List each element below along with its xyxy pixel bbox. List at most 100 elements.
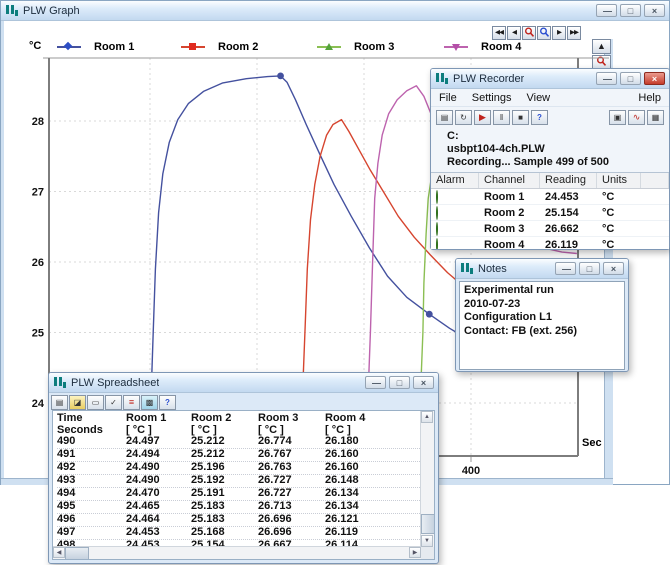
col-reading: Reading [540, 173, 597, 188]
col-channel: Channel [479, 173, 540, 188]
table-row: 49624.46425.18326.69626.121 [57, 514, 420, 527]
new-file-button[interactable]: ▤ [436, 110, 453, 125]
menu-file[interactable]: File [439, 92, 457, 104]
window-button[interactable]: ▩ [141, 395, 158, 410]
scroll-left-icon[interactable]: ◀ [53, 547, 65, 558]
print-button[interactable]: ▭ [87, 395, 104, 410]
pause-button[interactable]: ‖ [493, 110, 510, 125]
series-marker-icon [452, 44, 460, 51]
legend-item-room3: Room 3 [317, 40, 394, 53]
scrollbar-corner [421, 547, 434, 559]
table-row: 49424.47025.19126.72726.134 [57, 488, 420, 501]
magnifier-blue-icon [539, 27, 550, 38]
notes-window-title: Notes [478, 263, 507, 275]
notes-titlebar[interactable]: Notes — □ × [456, 259, 628, 279]
plw-recorder-window: PLW Recorder — □ × File Settings View He… [430, 68, 670, 250]
menu-view[interactable]: View [526, 92, 550, 104]
stop-button[interactable]: ■ [512, 110, 529, 125]
spreadsheet-window-title: PLW Spreadsheet [71, 377, 159, 389]
alarm-ok-icon [436, 206, 438, 220]
alarm-ok-icon [436, 190, 438, 204]
help-button[interactable]: ? [531, 110, 548, 125]
channel-table: Alarm Channel Reading Units Room 1 24.45… [431, 172, 669, 249]
series-marker-icon [189, 43, 196, 50]
copy-button[interactable]: ◪ [69, 395, 86, 410]
horizontal-scrollbar[interactable]: ◀ ▶ [53, 546, 421, 559]
spreadsheet-view-button[interactable]: ▦ [647, 110, 664, 125]
close-button[interactable]: × [644, 72, 665, 85]
picolog-icon [5, 4, 19, 17]
close-button[interactable]: × [644, 4, 665, 17]
magnifier-red-icon [596, 56, 607, 67]
magnifier-red-icon [524, 27, 535, 38]
notes-text-area[interactable]: Experimental run 2010-07-23 Configuratio… [459, 281, 625, 370]
notes-button[interactable]: ≡ [123, 395, 140, 410]
series-line-sample [57, 46, 81, 48]
recorder-titlebar[interactable]: PLW Recorder — □ × [431, 69, 669, 89]
scroll-right-icon[interactable]: ▶ [409, 547, 421, 558]
table-row: 49324.49025.19226.72726.148 [57, 475, 420, 488]
graph-view-button[interactable]: ∿ [628, 110, 645, 125]
notes-line: 2010-07-23 [464, 298, 620, 312]
record-button[interactable]: ▶ [474, 110, 491, 125]
legend-item-room2: Room 2 [181, 40, 258, 53]
channel-row: Room 4 26.119 °C [431, 237, 669, 249]
col-units: Units [597, 173, 641, 188]
spreadsheet-toolbar: ▤ ◪ ▭ ✓ ≡ ▩ ? [49, 393, 438, 411]
scroll-up-icon[interactable]: ▲ [421, 411, 433, 423]
notes-line: Experimental run [464, 284, 620, 298]
table-row: 49124.49425.21226.76726.160 [57, 449, 420, 462]
recorder-toolbar: ▤ ↻ ▶ ‖ ■ ? ▣ ∿ ▦ [431, 107, 669, 128]
legend-label: Room 1 [94, 41, 134, 53]
series-marker-icon [325, 43, 333, 50]
minimize-button[interactable]: — [596, 4, 617, 17]
spreadsheet-titlebar[interactable]: PLW Spreadsheet — □ × [49, 373, 438, 393]
notes-line: Contact: FB (ext. 256) [464, 325, 620, 339]
minimize-button[interactable]: — [365, 376, 386, 389]
channel-table-header: Alarm Channel Reading Units [431, 173, 669, 189]
recorder-view-button[interactable]: ▣ [609, 110, 626, 125]
legend-item-room4: Room 4 [444, 40, 521, 53]
maximize-button[interactable]: □ [579, 262, 600, 275]
file-button[interactable]: ▤ [51, 395, 68, 410]
rerecord-button[interactable]: ↻ [455, 110, 472, 125]
notes-line: Configuration L1 [464, 311, 620, 325]
maximize-button[interactable]: □ [620, 72, 641, 85]
data-table: Time Room 1 Room 2 Room 3 Room 4 Seconds… [57, 412, 420, 546]
table-row: 49024.49725.21226.77426.180 [57, 436, 420, 449]
select-button[interactable]: ✓ [105, 395, 122, 410]
desktop: PLW Graph — □ × ◀◀ ◀ ▶ [0, 0, 670, 565]
vertical-scrollbar[interactable]: ▲ ▼ [420, 411, 434, 547]
legend-label: Room 2 [218, 41, 258, 53]
close-button[interactable]: × [413, 376, 434, 389]
table-row: 49224.49025.19626.76326.160 [57, 462, 420, 475]
menu-settings[interactable]: Settings [472, 92, 512, 104]
picolog-icon [53, 376, 67, 389]
legend-item-room1: Room 1 [57, 40, 134, 53]
menu-help[interactable]: Help [638, 92, 661, 104]
svg-text:24: 24 [32, 398, 45, 410]
spreadsheet-client: Time Room 1 Room 2 Room 3 Room 4 Seconds… [52, 410, 435, 560]
recorder-menubar: File Settings View Help [431, 89, 669, 107]
help-button[interactable]: ? [159, 395, 176, 410]
scrollbar-thumb[interactable] [65, 547, 89, 560]
series-line-sample [317, 46, 341, 48]
plw-spreadsheet-window: PLW Spreadsheet — □ × ▤ ◪ ▭ ✓ ≡ ▩ ? Time… [48, 372, 439, 564]
close-button[interactable]: × [603, 262, 624, 275]
scrollbar-thumb[interactable] [421, 514, 435, 534]
table-subheader-row: Seconds [ °C ] [ °C ] [ °C ] [ °C ] [57, 424, 420, 436]
maximize-button[interactable]: □ [620, 4, 641, 17]
scroll-down-icon[interactable]: ▼ [421, 535, 433, 547]
picolog-icon [460, 262, 474, 275]
svg-text:25: 25 [32, 328, 44, 340]
maximize-button[interactable]: □ [389, 376, 410, 389]
minimize-button[interactable]: — [555, 262, 576, 275]
minimize-button[interactable]: — [596, 72, 617, 85]
svg-text:28: 28 [32, 116, 44, 128]
notes-window: Notes — □ × Experimental run 2010-07-23 … [455, 258, 629, 372]
series-line-sample [181, 46, 205, 48]
graph-window-title: PLW Graph [23, 5, 80, 17]
graph-titlebar[interactable]: PLW Graph — □ × [1, 1, 669, 21]
legend-label: Room 4 [481, 41, 521, 53]
svg-text:27: 27 [32, 187, 44, 199]
